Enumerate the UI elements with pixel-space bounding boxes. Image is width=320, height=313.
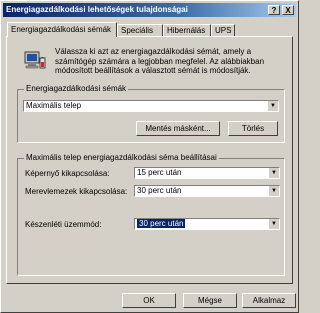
disks-off-value: 30 perc után: [137, 186, 182, 195]
ok-button[interactable]: OK: [122, 293, 176, 308]
standby-value: 30 perc után: [137, 219, 186, 228]
tab-label: Speciális: [121, 26, 154, 35]
tab-label: Energiagazdálkodási sémák: [11, 25, 112, 34]
apply-button[interactable]: Alkalmaz: [242, 293, 296, 308]
tab-ups[interactable]: UPS: [211, 24, 235, 36]
close-button[interactable]: X: [282, 5, 294, 15]
tab-advanced[interactable]: Speciális: [117, 24, 163, 36]
settings-group-label: Maximális telep energiagazdálkodási séma…: [24, 153, 219, 162]
disks-off-label: Merevlemezek kikapcsolása:: [25, 187, 128, 196]
help-button[interactable]: ?: [268, 5, 280, 15]
intro-text: Válassza ki azt az energiagazdálkodási s…: [55, 47, 265, 75]
delete-button[interactable]: Törlés: [228, 121, 278, 136]
monitor-off-label: Képernyő kikapcsolása:: [25, 169, 110, 178]
tab-hibernate[interactable]: Hibernálás: [163, 24, 211, 36]
chevron-down-icon[interactable]: ▼: [267, 101, 278, 111]
standby-select[interactable]: 30 perc után ▼: [134, 218, 280, 230]
dialog-window: Energiagazdálkodási lehetőségek tulajdon…: [0, 0, 299, 313]
tab-label: Hibernálás: [167, 26, 206, 35]
scheme-group-label: Energiagazdálkodási sémák: [24, 84, 129, 93]
tab-power-schemes[interactable]: Energiagazdálkodási sémák: [7, 22, 117, 37]
disks-off-select[interactable]: 30 perc után ▼: [134, 185, 280, 197]
chevron-down-icon[interactable]: ▼: [268, 168, 279, 178]
computer-battery-icon: [24, 51, 46, 69]
title-bar[interactable]: Energiagazdálkodási lehetőségek tulajdon…: [3, 3, 296, 17]
chevron-down-icon[interactable]: ▼: [268, 186, 279, 196]
save-as-button[interactable]: Mentés másként...: [136, 121, 220, 136]
cancel-button[interactable]: Mégse: [183, 293, 237, 308]
window-title: Energiagazdálkodási lehetőségek tulajdon…: [6, 5, 188, 14]
tab-label: UPS: [215, 26, 232, 35]
scheme-select[interactable]: Maximális telep ▼: [23, 100, 279, 112]
standby-label: Készenléti üzemmód:: [25, 220, 102, 229]
monitor-off-select[interactable]: 15 perc után ▼: [134, 167, 280, 179]
chevron-down-icon[interactable]: ▼: [268, 219, 279, 229]
scheme-select-value: Maximális telep: [26, 101, 82, 110]
monitor-off-value: 15 perc után: [137, 168, 182, 177]
